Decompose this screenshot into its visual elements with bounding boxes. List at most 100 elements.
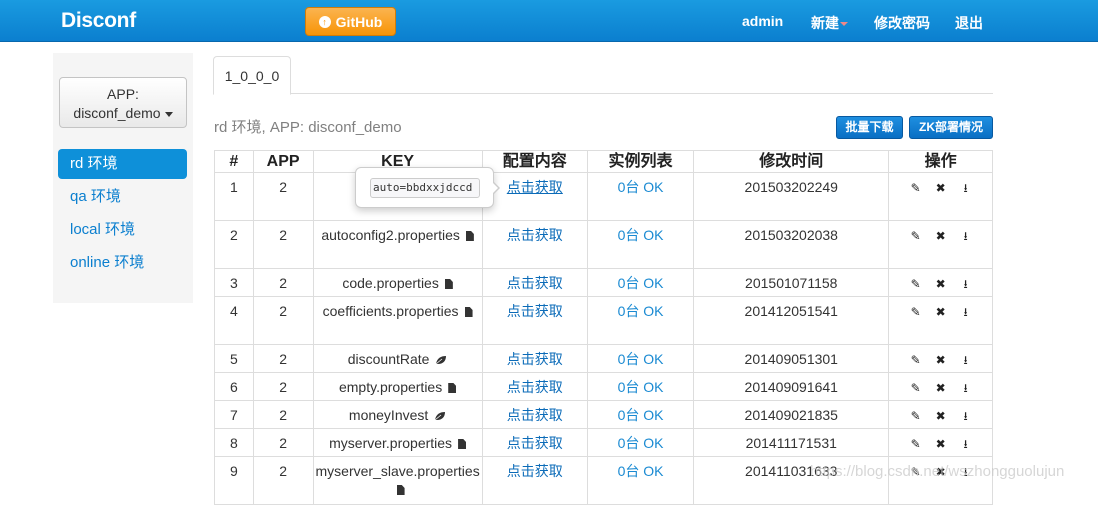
- tab-version[interactable]: 1_0_0_0: [213, 56, 291, 95]
- fetch-content-link[interactable]: 点击获取: [507, 303, 563, 319]
- sidebar-item-qa[interactable]: qa 环境: [58, 182, 187, 212]
- github-button[interactable]: ↑ GitHub: [305, 7, 396, 36]
- delete-icon[interactable]: ✖: [934, 227, 948, 245]
- cell-app: 2: [252, 400, 314, 429]
- cell-actions: ✎ ✖ ⭳: [888, 400, 993, 429]
- sidebar-item-online[interactable]: online 环境: [58, 248, 187, 278]
- app-select-button[interactable]: APP: disconf_demo: [59, 77, 187, 128]
- cell-content: 点击获取: [481, 268, 588, 297]
- cell-modified: 201409021835: [693, 400, 890, 429]
- config-key: myserver.properties: [329, 435, 453, 451]
- table-row: 8 2 myserver.properties 点击获取 0台 OK 2014111715…: [214, 428, 993, 457]
- config-key: coefficients.properties: [322, 303, 459, 319]
- edit-icon[interactable]: ✎: [909, 379, 923, 397]
- delete-icon[interactable]: ✖: [934, 303, 948, 321]
- download-icon[interactable]: ⭳: [959, 407, 973, 425]
- zk-deploy-button[interactable]: ZK部署情况: [909, 116, 993, 139]
- instances-link[interactable]: 0台 OK: [618, 435, 664, 451]
- sidebar-item-local[interactable]: local 环境: [58, 215, 187, 245]
- cell-modified: 201503202249: [693, 172, 890, 221]
- instances-link[interactable]: 0台 OK: [618, 407, 664, 423]
- app-select-label: APP:: [107, 86, 139, 102]
- cell-key: code.properties: [312, 268, 483, 297]
- brand-logo[interactable]: Disconf: [61, 9, 136, 33]
- cell-content: 点击获取: [481, 428, 588, 457]
- edit-icon[interactable]: ✎: [909, 227, 923, 245]
- edit-icon[interactable]: ✎: [909, 435, 923, 453]
- instances-link[interactable]: 0台 OK: [618, 351, 664, 367]
- delete-icon[interactable]: ✖: [934, 435, 948, 453]
- cell-instances: 0台 OK: [586, 428, 695, 457]
- instances-link[interactable]: 0台 OK: [618, 275, 664, 291]
- instances-link[interactable]: 0台 OK: [618, 227, 664, 243]
- user-menu[interactable]: admin: [742, 13, 783, 29]
- cell-key: myserver.properties: [312, 428, 483, 457]
- table-row: 4 2 coefficients.properties 点击获取 0台 OK 201412…: [214, 296, 993, 345]
- download-icon[interactable]: ⭳: [959, 227, 973, 245]
- cell-actions: ✎ ✖ ⭳: [888, 428, 993, 457]
- edit-icon[interactable]: ✎: [909, 303, 923, 321]
- fetch-content-link[interactable]: 点击获取: [507, 463, 563, 479]
- cell-app: 2: [252, 220, 314, 269]
- instances-link[interactable]: 0台 OK: [618, 379, 664, 395]
- config-key: moneyInvest: [348, 407, 429, 423]
- new-menu-label: 新建: [811, 15, 839, 31]
- download-icon[interactable]: ⭳: [959, 275, 973, 293]
- col-header-content: 配置内容: [481, 150, 588, 173]
- delete-icon[interactable]: ✖: [934, 407, 948, 425]
- fetch-content-link[interactable]: 点击获取: [507, 407, 563, 423]
- cell-content: 点击获取: [481, 220, 588, 269]
- cell-id: 1: [214, 172, 254, 221]
- cell-actions: ✎ ✖ ⭳: [888, 344, 993, 373]
- download-icon[interactable]: ⭳: [959, 179, 973, 197]
- delete-icon[interactable]: ✖: [934, 379, 948, 397]
- new-menu[interactable]: 新建: [811, 13, 848, 33]
- col-header-app: APP: [252, 150, 314, 173]
- cell-instances: 0台 OK: [586, 296, 695, 345]
- cell-id: 6: [214, 372, 254, 401]
- table-row: 3 2 code.properties 点击获取 0台 OK 201501071158 ✎ ✖…: [214, 268, 993, 297]
- file-icon: [458, 439, 467, 449]
- cell-id: 4: [214, 296, 254, 345]
- delete-icon[interactable]: ✖: [934, 275, 948, 293]
- fetch-content-link[interactable]: 点击获取: [507, 179, 563, 195]
- instances-link[interactable]: 0台 OK: [618, 179, 664, 195]
- cell-id: 3: [214, 268, 254, 297]
- fetch-content-link[interactable]: 点击获取: [507, 227, 563, 243]
- fetch-content-link[interactable]: 点击获取: [507, 435, 563, 451]
- table-row: 2 2 autoconfig2.properties 点击获取 0台 OK 2015032…: [214, 220, 993, 269]
- cell-key: coefficients.properties: [312, 296, 483, 345]
- download-icon[interactable]: ⭳: [959, 435, 973, 453]
- cell-id: 9: [214, 456, 254, 505]
- delete-icon[interactable]: ✖: [934, 351, 948, 369]
- batch-download-button[interactable]: 批量下载: [836, 116, 903, 139]
- sidebar: APP: disconf_demo rd 环境 qa 环境 local 环境 o…: [53, 53, 193, 303]
- fetch-content-link[interactable]: 点击获取: [507, 379, 563, 395]
- change-password-link[interactable]: 修改密码: [874, 13, 930, 33]
- sidebar-item-rd[interactable]: rd 环境: [58, 149, 187, 179]
- table-header-row: # APP KEY 配置内容 实例列表 修改时间 操作: [214, 150, 993, 173]
- logout-link[interactable]: 退出: [955, 13, 983, 33]
- fetch-content-link[interactable]: 点击获取: [507, 351, 563, 367]
- cell-actions: ✎ ✖ ⭳: [888, 220, 993, 269]
- download-icon[interactable]: ⭳: [959, 351, 973, 369]
- edit-icon[interactable]: ✎: [909, 407, 923, 425]
- edit-icon[interactable]: ✎: [909, 351, 923, 369]
- col-header-instances: 实例列表: [586, 150, 695, 173]
- edit-icon[interactable]: ✎: [909, 275, 923, 293]
- table-row: 6 2 empty.properties 点击获取 0台 OK 201409091641 ✎…: [214, 372, 993, 401]
- page-subtitle: rd 环境, APP: disconf_demo: [214, 119, 402, 136]
- edit-icon[interactable]: ✎: [909, 179, 923, 197]
- delete-icon[interactable]: ✖: [934, 179, 948, 197]
- cell-actions: ✎ ✖ ⭳: [888, 372, 993, 401]
- cell-modified: 201501071158: [693, 268, 890, 297]
- popover-content: auto=bbdxxjdccd: [370, 178, 480, 198]
- instances-link[interactable]: 0台 OK: [618, 463, 664, 479]
- cell-key: autoconfig2.properties: [312, 220, 483, 269]
- popover-arrow: [492, 181, 500, 195]
- instances-link[interactable]: 0台 OK: [618, 303, 664, 319]
- fetch-content-link[interactable]: 点击获取: [507, 275, 563, 291]
- download-icon[interactable]: ⭳: [959, 379, 973, 397]
- config-key: code.properties: [342, 275, 439, 291]
- download-icon[interactable]: ⭳: [959, 303, 973, 321]
